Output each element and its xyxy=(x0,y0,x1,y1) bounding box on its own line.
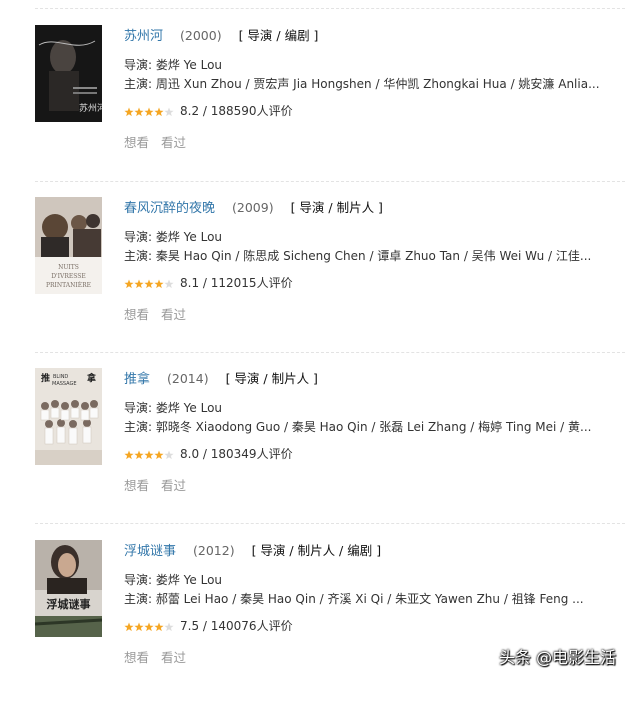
svg-text:BLIND: BLIND xyxy=(53,374,68,380)
movie-item: 推 BLIND MASSAGE 拿 推拿 (2014) [导演 / 制片人]… xyxy=(0,368,625,540)
star-filled-icon xyxy=(154,279,164,288)
movie-role: [ 导演 / 制片人 / 编剧 ] xyxy=(251,543,382,558)
svg-text:PRINTANIÈRE: PRINTANIÈRE xyxy=(46,281,91,289)
star-filled-icon xyxy=(144,622,154,631)
movie-item: 苏州河 苏州河 (2000) [ 导演 / 编剧 ] 导演: 娄烨 Ye Lou… xyxy=(0,25,625,197)
want-to-watch-link[interactable]: 想看 xyxy=(124,135,149,150)
divider xyxy=(35,352,625,353)
svg-text:浮城谜事: 浮城谜事 xyxy=(47,597,91,611)
want-to-watch-link[interactable]: 想看 xyxy=(124,650,149,665)
movie-cast: 主演: 郝蕾 Lei Hao / 秦昊 Hao Qin / 齐溪 Xi Qi /… xyxy=(124,592,584,606)
star-filled-icon xyxy=(124,622,134,631)
movie-rating: 8.1 / 112015人评价 xyxy=(124,274,293,292)
watched-link[interactable]: 看过 xyxy=(161,650,186,665)
movie-score: 8.2 / 188590人评价 xyxy=(180,104,293,118)
divider xyxy=(35,181,625,182)
movie-director: 导演: 娄烨 Ye Lou xyxy=(124,401,223,415)
movie-director: 导演: 娄烨 Ye Lou xyxy=(124,58,223,72)
star-rating-icon xyxy=(124,279,174,289)
movie-score: 8.1 / 112015人评价 xyxy=(180,276,293,290)
watermark-text: 头条 @电影生活 xyxy=(499,648,617,667)
movie-role: [ 导演 / 制片人 ] xyxy=(225,371,318,386)
movie-year: (2000) xyxy=(180,28,222,43)
movie-rating: 8.2 / 188590人评价 xyxy=(124,102,293,120)
movie-poster[interactable]: 推 BLIND MASSAGE 拿 xyxy=(35,368,102,465)
watched-link[interactable]: 看过 xyxy=(161,307,186,322)
movie-year: (2009) xyxy=(232,200,274,215)
movie-cast: 主演: 周迅 Xun Zhou / 贾宏声 Jia Hongshen / 华仲凯… xyxy=(124,77,600,91)
star-filled-icon xyxy=(134,279,144,288)
star-filled-icon xyxy=(144,107,154,116)
movie-title-link[interactable]: 春风沉醉的夜晚 xyxy=(124,201,215,216)
movie-year: (2012) xyxy=(193,543,235,558)
svg-text:MASSAGE: MASSAGE xyxy=(52,381,77,387)
star-filled-icon xyxy=(134,107,144,116)
movie-item: NUITS D'IVRESSE PRINTANIÈRE 春风沉醉的夜晚 (200… xyxy=(0,197,625,369)
star-rating-icon xyxy=(124,622,174,632)
star-rating-icon xyxy=(124,107,174,117)
movie-rating: 7.5 / 140076人评价 xyxy=(124,617,293,635)
movie-title-link[interactable]: 推拿 xyxy=(124,372,150,387)
divider xyxy=(35,523,625,524)
svg-text:拿: 拿 xyxy=(86,372,97,384)
star-empty-icon xyxy=(164,450,174,459)
star-filled-icon xyxy=(154,107,164,116)
movie-poster[interactable]: 浮城谜事 xyxy=(35,540,102,637)
movie-director: 导演: 娄烨 Ye Lou xyxy=(124,573,223,587)
movie-poster[interactable]: 苏州河 xyxy=(35,25,102,122)
movie-poster[interactable]: NUITS D'IVRESSE PRINTANIÈRE xyxy=(35,197,102,294)
star-empty-icon xyxy=(164,107,174,116)
star-filled-icon xyxy=(144,450,154,459)
movie-title-link[interactable]: 苏州河 xyxy=(124,29,163,44)
star-rating-icon xyxy=(124,450,174,460)
svg-text:NUITS: NUITS xyxy=(58,264,79,271)
star-empty-icon xyxy=(164,622,174,631)
star-filled-icon xyxy=(144,279,154,288)
movie-item: 浮城谜事 浮城谜事 (2012) [ 导演 / 制片人 / 编剧 ] 导演: 娄… xyxy=(0,540,625,712)
movie-cast: 主演: 秦昊 Hao Qin / 陈思成 Sicheng Chen / 谭卓 Z… xyxy=(124,249,592,263)
star-filled-icon xyxy=(154,450,164,459)
poster-title-text: 苏州河 xyxy=(79,102,102,114)
filmography-list: 苏州河 苏州河 (2000) [ 导演 / 编剧 ] 导演: 娄烨 Ye Lou… xyxy=(0,0,625,677)
movie-director: 导演: 娄烨 Ye Lou xyxy=(124,230,223,244)
svg-text:推: 推 xyxy=(41,372,50,384)
watched-link[interactable]: 看过 xyxy=(161,478,186,493)
movie-title-link[interactable]: 浮城谜事 xyxy=(124,544,176,559)
star-filled-icon xyxy=(134,450,144,459)
star-filled-icon xyxy=(124,450,134,459)
star-filled-icon xyxy=(134,622,144,631)
star-filled-icon xyxy=(124,107,134,116)
movie-year: (2014) xyxy=(167,371,209,386)
star-filled-icon xyxy=(124,279,134,288)
star-filled-icon xyxy=(154,622,164,631)
movie-rating: 8.0 / 180349人评价 xyxy=(124,445,293,463)
want-to-watch-link[interactable]: 想看 xyxy=(124,307,149,322)
star-empty-icon xyxy=(164,279,174,288)
movie-role: [ 导演 / 编剧 ] xyxy=(238,28,319,43)
watched-link[interactable]: 看过 xyxy=(161,135,186,150)
divider xyxy=(35,8,625,9)
want-to-watch-link[interactable]: 想看 xyxy=(124,478,149,493)
svg-text:D'IVRESSE: D'IVRESSE xyxy=(51,273,86,280)
movie-score: 7.5 / 140076人评价 xyxy=(180,619,293,633)
movie-cast: 主演: 郭晓冬 Xiaodong Guo / 秦昊 Hao Qin / 张磊 L… xyxy=(124,420,592,434)
movie-role: [ 导演 / 制片人 ] xyxy=(290,200,383,215)
movie-score: 8.0 / 180349人评价 xyxy=(180,447,293,461)
